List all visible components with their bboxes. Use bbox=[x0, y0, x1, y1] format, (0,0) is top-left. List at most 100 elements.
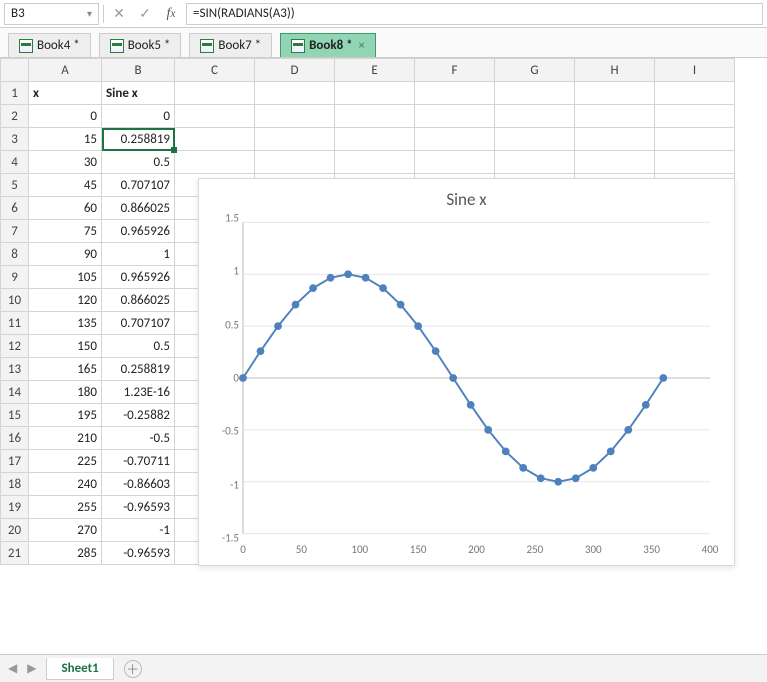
cell[interactable] bbox=[415, 128, 495, 151]
cell[interactable]: 210 bbox=[29, 427, 102, 450]
cell[interactable]: x bbox=[29, 82, 102, 105]
row-header[interactable]: 17 bbox=[1, 450, 29, 473]
cell[interactable]: 0.965926 bbox=[102, 220, 175, 243]
row-header[interactable]: 11 bbox=[1, 312, 29, 335]
formula-input[interactable]: =SIN(RADIANS(A3)) bbox=[186, 3, 763, 25]
cell[interactable]: 1.23E-16 bbox=[102, 381, 175, 404]
workbook-tab[interactable]: Book4 * bbox=[8, 33, 91, 57]
cell[interactable]: 120 bbox=[29, 289, 102, 312]
cell[interactable]: 90 bbox=[29, 243, 102, 266]
chart[interactable]: Sine x -1.5-1-0.500.511.5050100150200250… bbox=[198, 178, 735, 566]
row-header[interactable]: 21 bbox=[1, 542, 29, 565]
cell[interactable]: 0.866025 bbox=[102, 289, 175, 312]
cell[interactable]: Sine x bbox=[102, 82, 175, 105]
cell[interactable] bbox=[655, 128, 735, 151]
cell[interactable] bbox=[335, 128, 415, 151]
cell[interactable] bbox=[175, 82, 255, 105]
cell[interactable] bbox=[495, 128, 575, 151]
column-header[interactable]: I bbox=[655, 59, 735, 82]
cell[interactable] bbox=[575, 105, 655, 128]
row-header[interactable]: 3 bbox=[1, 128, 29, 151]
cell[interactable]: 15 bbox=[29, 128, 102, 151]
cell[interactable] bbox=[255, 151, 335, 174]
cell[interactable]: 165 bbox=[29, 358, 102, 381]
cell[interactable]: 105 bbox=[29, 266, 102, 289]
cell[interactable] bbox=[495, 82, 575, 105]
cell[interactable]: 240 bbox=[29, 473, 102, 496]
cell[interactable]: 0 bbox=[102, 105, 175, 128]
cell[interactable]: -0.25882 bbox=[102, 404, 175, 427]
cell[interactable]: -0.86603 bbox=[102, 473, 175, 496]
row-header[interactable]: 18 bbox=[1, 473, 29, 496]
cell[interactable] bbox=[495, 105, 575, 128]
cell[interactable]: -0.70711 bbox=[102, 450, 175, 473]
dropdown-icon[interactable]: ▾ bbox=[87, 7, 92, 20]
cell[interactable]: 30 bbox=[29, 151, 102, 174]
cell[interactable] bbox=[175, 105, 255, 128]
cell[interactable] bbox=[415, 151, 495, 174]
sheet-tab[interactable]: Sheet1 bbox=[46, 658, 113, 680]
cell[interactable]: 0.258819 bbox=[102, 358, 175, 381]
row-header[interactable]: 15 bbox=[1, 404, 29, 427]
row-header[interactable]: 4 bbox=[1, 151, 29, 174]
column-header[interactable]: E bbox=[335, 59, 415, 82]
cell[interactable] bbox=[415, 105, 495, 128]
cell[interactable]: 270 bbox=[29, 519, 102, 542]
cell[interactable]: 45 bbox=[29, 174, 102, 197]
cell[interactable] bbox=[415, 82, 495, 105]
column-header[interactable]: C bbox=[175, 59, 255, 82]
cell[interactable]: 0 bbox=[29, 105, 102, 128]
fx-icon[interactable]: fx bbox=[160, 3, 182, 25]
cell[interactable]: 0.965926 bbox=[102, 266, 175, 289]
cell[interactable] bbox=[575, 128, 655, 151]
cell[interactable]: 0.707107 bbox=[102, 174, 175, 197]
row-header[interactable]: 13 bbox=[1, 358, 29, 381]
cell[interactable] bbox=[175, 151, 255, 174]
row-header[interactable]: 9 bbox=[1, 266, 29, 289]
cell[interactable] bbox=[335, 151, 415, 174]
sheet-nav-prev-icon[interactable]: ◀ bbox=[8, 661, 17, 676]
column-header[interactable]: A bbox=[29, 59, 102, 82]
row-header[interactable]: 5 bbox=[1, 174, 29, 197]
cell[interactable] bbox=[495, 151, 575, 174]
column-header[interactable]: D bbox=[255, 59, 335, 82]
new-sheet-button[interactable]: ＋ bbox=[124, 660, 142, 678]
cell[interactable] bbox=[255, 82, 335, 105]
row-header[interactable]: 16 bbox=[1, 427, 29, 450]
cell[interactable]: -0.5 bbox=[102, 427, 175, 450]
name-box[interactable]: B3 ▾ bbox=[4, 3, 99, 25]
cell[interactable] bbox=[655, 105, 735, 128]
cell[interactable] bbox=[175, 128, 255, 151]
cell[interactable]: 225 bbox=[29, 450, 102, 473]
cell[interactable]: -0.96593 bbox=[102, 496, 175, 519]
workbook-tab[interactable]: Book8 * × bbox=[280, 33, 376, 57]
row-header[interactable]: 12 bbox=[1, 335, 29, 358]
cell[interactable]: 285 bbox=[29, 542, 102, 565]
row-header[interactable]: 19 bbox=[1, 496, 29, 519]
cell[interactable] bbox=[575, 151, 655, 174]
workbook-tab[interactable]: Book7 * bbox=[189, 33, 272, 57]
cell[interactable]: 0.258819 bbox=[102, 128, 175, 151]
cell[interactable]: -0.96593 bbox=[102, 542, 175, 565]
cell[interactable]: 255 bbox=[29, 496, 102, 519]
row-header[interactable]: 1 bbox=[1, 82, 29, 105]
column-header[interactable]: H bbox=[575, 59, 655, 82]
cancel-icon[interactable]: ✕ bbox=[108, 3, 130, 25]
select-all-corner[interactable] bbox=[1, 59, 29, 82]
cell[interactable]: 0.5 bbox=[102, 335, 175, 358]
cell[interactable]: 195 bbox=[29, 404, 102, 427]
cell[interactable]: 60 bbox=[29, 197, 102, 220]
cell[interactable]: 180 bbox=[29, 381, 102, 404]
cell[interactable] bbox=[655, 151, 735, 174]
column-header[interactable]: G bbox=[495, 59, 575, 82]
column-header[interactable]: B bbox=[102, 59, 175, 82]
cell[interactable] bbox=[255, 105, 335, 128]
cell[interactable] bbox=[335, 105, 415, 128]
row-header[interactable]: 2 bbox=[1, 105, 29, 128]
column-header[interactable]: F bbox=[415, 59, 495, 82]
cell[interactable] bbox=[575, 82, 655, 105]
row-header[interactable]: 7 bbox=[1, 220, 29, 243]
row-header[interactable]: 20 bbox=[1, 519, 29, 542]
close-icon[interactable]: × bbox=[359, 39, 365, 53]
sheet-nav-next-icon[interactable]: ▶ bbox=[27, 661, 36, 676]
